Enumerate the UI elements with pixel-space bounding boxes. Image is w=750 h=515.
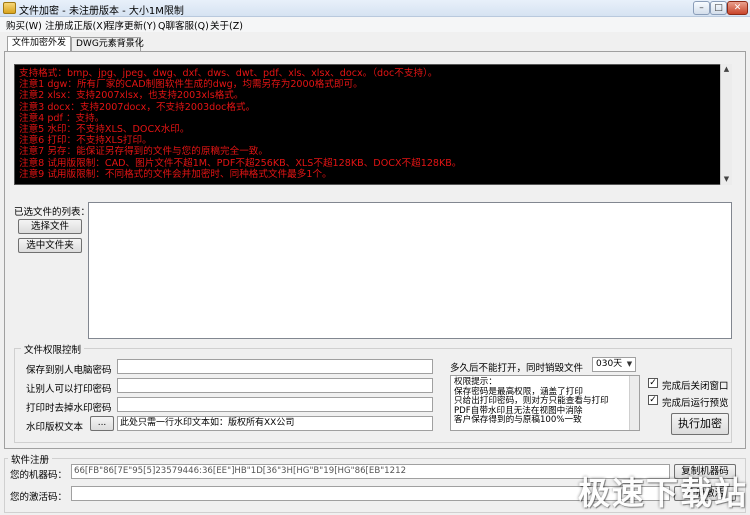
tab-dwg-background[interactable]: DWG元素背景化 <box>71 37 144 51</box>
watermark-text-input[interactable]: 此处只需一行水印文本如：版权所有XX公司 <box>117 416 433 431</box>
menu-buy[interactable]: 购买(W) <box>6 18 42 32</box>
chevron-down-icon[interactable]: ▼ <box>625 359 634 370</box>
notes-panel: 支持格式：bmp、jpg、jpeg、dwg、dxf、dws、dwt、pdf、xl… <box>14 64 732 185</box>
menu-about[interactable]: 关于(Z) <box>210 18 243 32</box>
watermark-text-label: 水印版权文本 <box>26 422 84 433</box>
note-line: 注意3 docx：支持2007docx，不支持2003doc格式。 <box>19 101 256 113</box>
machine-code-label: 您的机器码： <box>10 470 68 481</box>
file-list[interactable] <box>88 202 732 339</box>
encrypt-button[interactable]: 执行加密 <box>671 413 729 435</box>
close-after-checkbox[interactable]: ✓ <box>648 378 658 388</box>
permission-tips-box: 权限提示： 保存密码是最高权限，涵盖了打印 只给出打印密码，则对方只能查看与打印… <box>450 375 640 431</box>
minimize-button[interactable]: – <box>693 1 710 15</box>
select-file-button[interactable]: 选择文件 <box>18 219 82 234</box>
registration-legend: 软件注册 <box>8 452 53 466</box>
print-password-label: 让别人可以打印密码 <box>26 384 112 395</box>
note-line: 注意9 试用版限制：不同格式的文件会并加密时、同种格式文件最多1个。 <box>19 168 332 180</box>
note-line: 支持格式：bmp、jpg、jpeg、dwg、dxf、dws、dwt、pdf、xl… <box>19 68 438 79</box>
note-line: 注意5 水印：不支持XLS、DOCX水印。 <box>19 124 190 136</box>
note-line: 注意1 dgw：所有厂家的CAD制图软件生成的dwg，均需另存为2000格式即可… <box>19 79 363 91</box>
menu-register[interactable]: 注册成正版(X) <box>45 18 106 32</box>
note-line: 注意6 打印：不支持XLS打印。 <box>19 135 152 147</box>
permission-legend: 文件权限控制 <box>21 342 85 356</box>
note-line: 注意2 xlsx：支持2007xlsx，也支持2003xls格式。 <box>19 90 244 102</box>
app-lock-icon <box>3 2 16 14</box>
site-watermark-logo: 极速下载站 <box>578 474 749 512</box>
file-list-label: 已选文件的列表： <box>14 207 91 218</box>
note-line: 注意4 pdf ：支持。 <box>19 112 105 124</box>
tab-file-encrypt[interactable]: 文件加密外发 <box>7 36 71 51</box>
preview-after-label[interactable]: 完成后运行预览 <box>662 395 729 409</box>
menu-update[interactable]: 程序更新(Y) <box>105 18 156 32</box>
note-line: 注意7 另存：能保证另存得到的文件与您的原稿完全一致。 <box>19 146 268 158</box>
notes-scrollbar[interactable]: ▲ ▼ <box>720 64 732 185</box>
activation-code-label: 您的激活码： <box>10 492 68 503</box>
close-after-label[interactable]: 完成后关闭窗口 <box>662 378 729 392</box>
preview-after-checkbox[interactable]: ✓ <box>648 395 658 405</box>
destroy-after-label: 多久后不能打开，同时销毁文件 <box>450 363 584 374</box>
maximize-button[interactable]: □ <box>710 1 727 15</box>
menu-bar: 购买(W) 注册成正版(X) 程序更新(Y) Q聊客服(Q) 关于(Z) <box>0 17 750 32</box>
print-password-input[interactable] <box>117 378 433 393</box>
note-line: 注意8 试用版限制：CAD、图片文件不超1M、PDF不超256KB、XLS不超1… <box>19 157 462 169</box>
menu-support[interactable]: Q聊客服(Q) <box>158 18 209 32</box>
watermark-browse-button[interactable]: ... <box>90 416 114 431</box>
tips-scrollbar[interactable] <box>629 376 639 430</box>
notes-text: 支持格式：bmp、jpg、jpeg、dwg、dxf、dws、dwt、pdf、xl… <box>19 68 714 180</box>
scroll-down-icon[interactable]: ▼ <box>721 174 732 185</box>
select-folder-button[interactable]: 选中文件夹 <box>18 238 82 253</box>
tip-line: 客户保存得到的与原稿100%一致 <box>454 415 582 426</box>
window-title: 文件加密 - 未注册版本 - 大小1M限制 <box>19 6 184 17</box>
watermark-password-label: 打印时去掉水印密码 <box>26 403 112 414</box>
save-password-input[interactable] <box>117 359 433 374</box>
close-button[interactable]: ✕ <box>727 1 748 15</box>
watermark-password-input[interactable] <box>117 397 433 412</box>
tips-text: 权限提示： 保存密码是最高权限，涵盖了打印 只给出打印密码，则对方只能查看与打印… <box>454 377 609 426</box>
save-password-label: 保存到别人电脑密码 <box>26 365 112 376</box>
scroll-up-icon[interactable]: ▲ <box>721 64 732 75</box>
